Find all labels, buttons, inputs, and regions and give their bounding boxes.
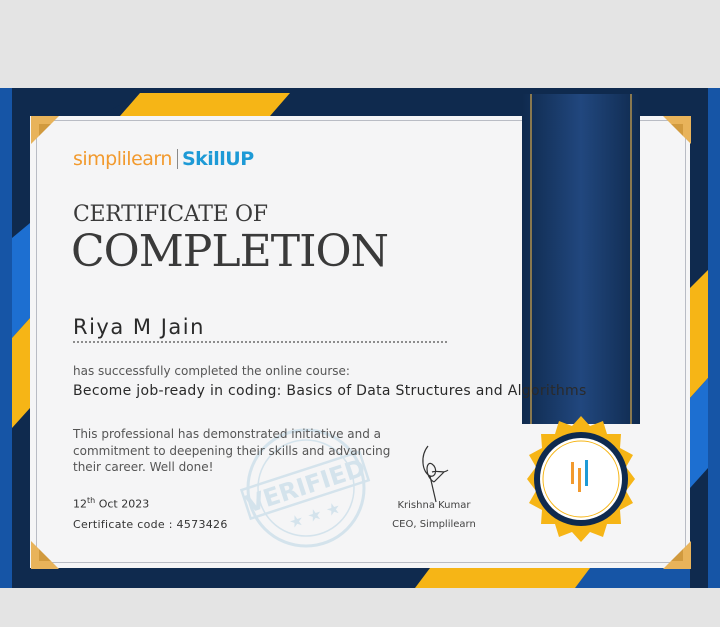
simplilearn-wordmark: simplilearn — [73, 148, 172, 170]
seal-icon — [527, 416, 635, 542]
certificate-title-small: CERTIFICATE OF — [73, 202, 268, 227]
date-day: 12 — [73, 497, 87, 511]
certificate: simplilearn SkillUP CERTIFICATE OF COMPL… — [0, 88, 720, 588]
name-underline — [73, 341, 447, 343]
skillup-wordmark: SkillUP — [181, 148, 254, 170]
signer-name: Krishna Kumar — [397, 500, 471, 511]
certificate-title-big: COMPLETION — [71, 226, 389, 277]
course-title: Become job-ready in coding: Basics of Da… — [73, 383, 587, 399]
issue-date: 12th Oct 2023 — [73, 496, 149, 511]
signature-icon — [422, 445, 449, 503]
certificate-description: This professional has demonstrated initi… — [73, 427, 391, 474]
corner-ornament-icon — [31, 116, 61, 146]
date-month-year: Oct 2023 — [98, 497, 150, 511]
logo-separator — [176, 149, 178, 169]
recipient-name: Riya M Jain — [73, 315, 205, 339]
date-suffix: th — [87, 496, 96, 505]
simplilearn-skillup-logo: simplilearn SkillUP — [73, 144, 254, 174]
corner-ornament-icon — [661, 116, 691, 146]
completion-statement: has successfully completed the online co… — [73, 364, 350, 378]
corner-ornament-icon — [661, 539, 691, 569]
certificate-code: Certificate code : 4573426 — [73, 518, 228, 531]
corner-ornament-icon — [31, 539, 61, 569]
signer-title: CEO, Simplilearn — [392, 519, 476, 530]
